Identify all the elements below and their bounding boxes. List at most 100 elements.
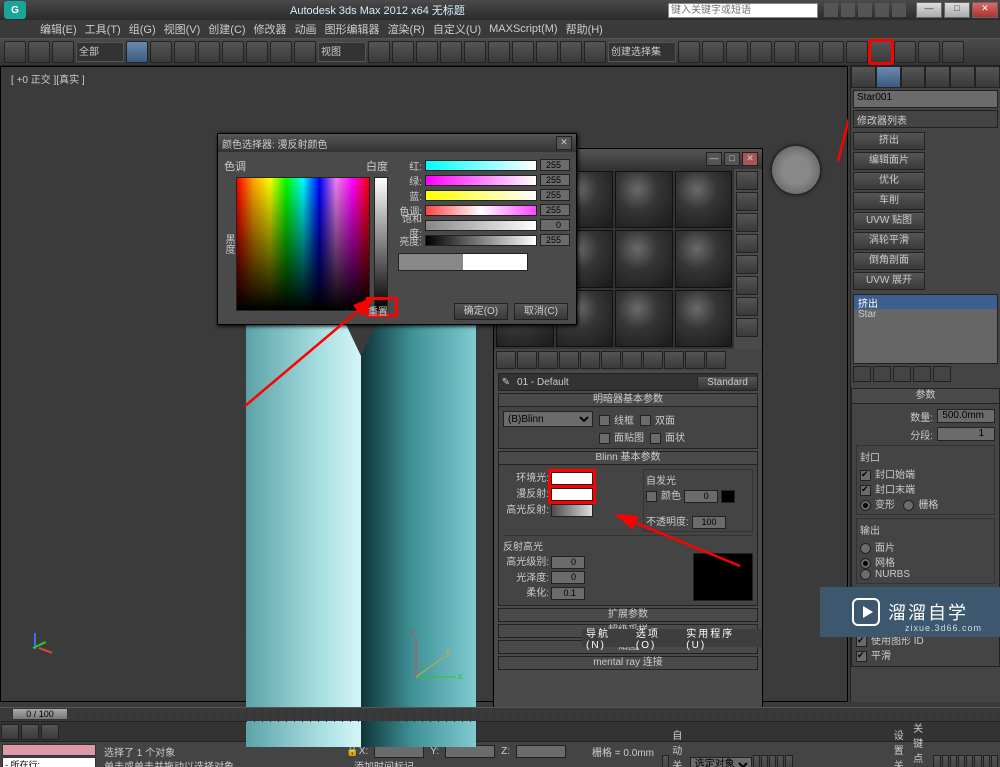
twoside-check[interactable]	[640, 415, 651, 426]
mate-side-button[interactable]	[736, 297, 758, 316]
spinner-snap-button[interactable]	[512, 41, 534, 63]
mate-menu-util[interactable]: 实用程序(U)	[686, 625, 748, 651]
undo-button[interactable]	[4, 41, 26, 63]
create-tab[interactable]	[851, 66, 876, 88]
material-slot[interactable]	[675, 290, 733, 347]
mate-side-button[interactable]	[736, 276, 758, 295]
rollout-blinn[interactable]: Blinn 基本参数	[498, 451, 758, 465]
select-object-button[interactable]	[174, 41, 196, 63]
smooth-check[interactable]	[856, 651, 867, 662]
nav-button[interactable]	[933, 755, 940, 767]
mate-side-button[interactable]	[736, 171, 758, 190]
keytarget-select[interactable]: 选定对象	[690, 757, 752, 767]
play-prev-button[interactable]	[761, 755, 768, 767]
material-slot[interactable]	[675, 171, 733, 228]
ambient-swatch[interactable]	[551, 472, 593, 485]
track-button[interactable]	[1, 724, 19, 740]
percent-snap-button[interactable]	[488, 41, 510, 63]
center-button[interactable]	[368, 41, 390, 63]
z-input[interactable]	[516, 745, 566, 758]
filter-select[interactable]: 全部	[76, 42, 124, 62]
menu-maxscript[interactable]: MAXScript(M)	[489, 23, 557, 35]
menu-tools[interactable]: 工具(T)	[85, 21, 121, 37]
menu-views[interactable]: 视图(V)	[164, 21, 201, 37]
red-slider[interactable]	[425, 160, 537, 171]
selfcolor-check[interactable]	[646, 491, 657, 502]
mod-btn-unwrap[interactable]: UVW 展开	[853, 272, 925, 290]
mod-btn-bevel[interactable]: 倒角剖面	[853, 252, 925, 270]
mate-tool-button[interactable]	[706, 351, 726, 369]
cancel-button[interactable]: 取消(C)	[514, 303, 568, 320]
nav-button[interactable]	[974, 755, 981, 767]
mate-close-button[interactable]: ✕	[742, 152, 758, 166]
autokey-button[interactable]: 自动关键点	[672, 727, 686, 767]
mate-tool-button[interactable]	[538, 351, 558, 369]
play-end-button[interactable]	[785, 755, 792, 767]
useshape-check[interactable]	[856, 636, 867, 647]
timetag-button[interactable]: 添加时间标记	[354, 758, 414, 767]
nav-button[interactable]	[966, 755, 973, 767]
titlebar-icon[interactable]	[892, 3, 906, 17]
value-strip[interactable]	[374, 177, 388, 311]
material-editor-button[interactable]	[870, 41, 892, 63]
close-button[interactable]: ✕	[972, 2, 998, 18]
toolbar-button[interactable]	[560, 41, 582, 63]
menu-rendering[interactable]: 渲染(R)	[388, 21, 425, 37]
hue-slider[interactable]	[425, 205, 537, 216]
green-slider[interactable]	[425, 175, 537, 186]
material-slot[interactable]	[615, 171, 673, 228]
stack-item-extrude[interactable]: 挤出	[854, 295, 997, 309]
link-button[interactable]	[52, 41, 74, 63]
selfcolor-swatch[interactable]	[721, 490, 735, 503]
scale-button[interactable]	[294, 41, 316, 63]
time-thumb[interactable]: 0 / 100	[12, 708, 68, 720]
sat-spin[interactable]: 0	[540, 219, 570, 231]
toolbar-button[interactable]	[798, 41, 820, 63]
menu-edit[interactable]: 编辑(E)	[40, 21, 77, 37]
rollout-extended[interactable]: 扩展参数	[498, 608, 758, 622]
render-setup-button[interactable]	[894, 41, 916, 63]
play-button[interactable]	[769, 755, 776, 767]
titlebar-icon[interactable]	[858, 3, 872, 17]
mate-side-button[interactable]	[736, 318, 758, 337]
play-next-button[interactable]	[777, 755, 784, 767]
mate-tool-button[interactable]	[517, 351, 537, 369]
toolbar-button[interactable]	[822, 41, 844, 63]
object-name-input[interactable]: Star001	[853, 90, 998, 108]
titlebar-icon[interactable]	[875, 3, 889, 17]
mate-tool-button[interactable]	[622, 351, 642, 369]
nav-button[interactable]	[991, 755, 998, 767]
track-button[interactable]	[41, 724, 59, 740]
nav-button[interactable]	[958, 755, 965, 767]
redo-button[interactable]	[28, 41, 50, 63]
stack-tool[interactable]	[873, 366, 891, 382]
display-tab[interactable]	[950, 66, 975, 88]
rollout-shader[interactable]: 明暗器基本参数	[498, 393, 758, 407]
faceted-check[interactable]	[650, 433, 661, 444]
speclevel-spin[interactable]: 0	[551, 556, 585, 569]
menu-create[interactable]: 创建(C)	[208, 21, 245, 37]
mate-menu-opt[interactable]: 选项(O)	[636, 625, 676, 651]
toolbar-button[interactable]	[584, 41, 606, 63]
selection-set-select[interactable]: 创建选择集	[608, 42, 676, 62]
mate-min-button[interactable]: —	[706, 152, 722, 166]
mate-menu-nav[interactable]: 导航(N)	[586, 625, 626, 651]
patch-radio[interactable]	[860, 543, 871, 554]
menu-customize[interactable]: 自定义(U)	[433, 21, 481, 37]
refcoord-select[interactable]: 视图	[318, 42, 366, 62]
material-slot[interactable]	[615, 290, 673, 347]
hue-spin[interactable]: 255	[540, 204, 570, 216]
diffuse-swatch[interactable]	[551, 488, 593, 501]
color-picker-close[interactable]: ✕	[556, 136, 572, 150]
stack-item-star[interactable]: Star	[854, 309, 997, 323]
titlebar-icon[interactable]	[841, 3, 855, 17]
viewport-label[interactable]: [ +0 正交 ][真实 ]	[11, 71, 85, 86]
time-slider[interactable]: 0 / 100	[0, 707, 1000, 721]
window-crossing-button[interactable]	[222, 41, 244, 63]
nurbs-radio[interactable]	[860, 569, 871, 580]
green-spin[interactable]: 255	[540, 174, 570, 186]
toolbar-button[interactable]	[416, 41, 438, 63]
val-spin[interactable]: 255	[540, 234, 570, 246]
shader-select[interactable]: (B)Blinn	[503, 411, 593, 427]
mate-tool-button[interactable]	[601, 351, 621, 369]
